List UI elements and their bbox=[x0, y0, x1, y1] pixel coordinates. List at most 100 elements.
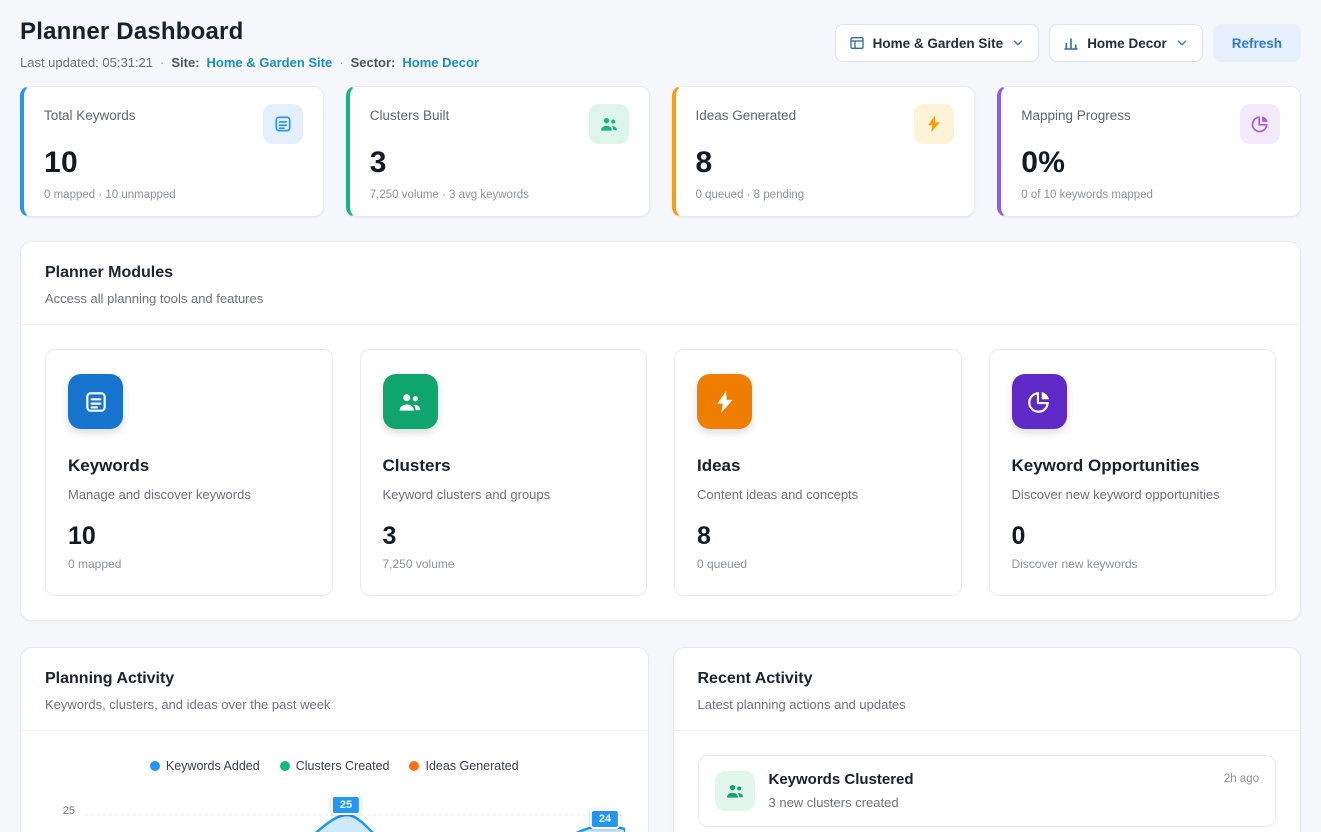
module-description: Content ideas and concepts bbox=[697, 487, 939, 502]
sector-link[interactable]: Home Decor bbox=[402, 55, 479, 70]
data-point-badge: 24 bbox=[590, 809, 620, 829]
module-caption: 0 mapped bbox=[68, 557, 310, 571]
recent-activity-subtitle: Latest planning actions and updates bbox=[698, 697, 1277, 712]
planner-dashboard-page: Planner Dashboard Last updated: 05:31:21… bbox=[0, 0, 1321, 832]
module-title: Ideas bbox=[697, 456, 939, 476]
module-description: Discover new keyword opportunities bbox=[1012, 487, 1254, 502]
sector-label: Sector: bbox=[351, 55, 396, 70]
sector-selector-dropdown[interactable]: Home Decor bbox=[1049, 24, 1203, 62]
recent-activity-title: Recent Activity bbox=[698, 670, 1277, 688]
area-chart-canvas: 25 25 24 bbox=[45, 791, 624, 832]
activity-list-item[interactable]: Keywords Clustered 3 new clusters create… bbox=[698, 755, 1277, 827]
legend-item-keywords-added: Keywords Added bbox=[150, 759, 260, 773]
module-caption: 0 queued bbox=[697, 557, 939, 571]
header-meta: Last updated: 05:31:21 · Site: Home & Ga… bbox=[20, 55, 479, 70]
module-title: Clusters bbox=[383, 456, 625, 476]
module-tile-keywords[interactable]: Keywords Manage and discover keywords 10… bbox=[45, 349, 333, 596]
stat-card-clusters-built: Clusters Built 3 7,250 volume · 3 avg ke… bbox=[346, 86, 650, 217]
y-axis-tick: 25 bbox=[51, 805, 75, 817]
activity-item-description: 3 new clusters created bbox=[769, 795, 1210, 810]
data-point-badge: 25 bbox=[331, 795, 361, 815]
pie-chart-icon bbox=[1012, 374, 1067, 429]
stat-card-total-keywords: Total Keywords 10 0 mapped · 10 unmapped bbox=[20, 86, 324, 217]
recent-activity-card: Recent Activity Latest planning actions … bbox=[673, 647, 1302, 832]
users-icon bbox=[589, 104, 629, 144]
stat-caption: 0 of 10 keywords mapped bbox=[1021, 189, 1280, 201]
bolt-icon bbox=[914, 104, 954, 144]
meta-separator: · bbox=[160, 55, 164, 70]
page-title: Planner Dashboard bbox=[20, 18, 479, 46]
stat-label: Clusters Built bbox=[370, 104, 450, 123]
stat-label: Total Keywords bbox=[44, 104, 136, 123]
module-tile-ideas[interactable]: Ideas Content ideas and concepts 8 0 que… bbox=[674, 349, 962, 596]
module-tile-clusters[interactable]: Clusters Keyword clusters and groups 3 7… bbox=[360, 349, 648, 596]
site-selector-value: Home & Garden Site bbox=[873, 36, 1004, 51]
planning-activity-header: Planning Activity Keywords, clusters, an… bbox=[21, 648, 648, 731]
site-link[interactable]: Home & Garden Site bbox=[207, 55, 333, 70]
legend-dot-green bbox=[280, 761, 290, 771]
module-description: Manage and discover keywords bbox=[68, 487, 310, 502]
legend-dot-orange bbox=[409, 761, 419, 771]
recent-activity-header: Recent Activity Latest planning actions … bbox=[674, 648, 1301, 731]
legend-item-ideas-generated: Ideas Generated bbox=[409, 759, 518, 773]
legend-label: Keywords Added bbox=[166, 759, 260, 773]
list-icon bbox=[263, 104, 303, 144]
activity-item-title: Keywords Clustered bbox=[769, 771, 1210, 788]
page-header: Planner Dashboard Last updated: 05:31:21… bbox=[20, 18, 1301, 70]
bolt-icon bbox=[697, 374, 752, 429]
modules-title: Planner Modules bbox=[45, 264, 1276, 282]
header-left: Planner Dashboard Last updated: 05:31:21… bbox=[20, 18, 479, 70]
stat-card-ideas-generated: Ideas Generated 8 0 queued · 8 pending bbox=[672, 86, 976, 217]
module-title: Keyword Opportunities bbox=[1012, 456, 1254, 476]
stat-value: 8 bbox=[696, 146, 955, 180]
site-label: Site: bbox=[171, 55, 199, 70]
module-caption: 7,250 volume bbox=[383, 557, 625, 571]
planning-activity-subtitle: Keywords, clusters, and ideas over the p… bbox=[45, 697, 624, 712]
module-value: 3 bbox=[383, 522, 625, 551]
module-caption: Discover new keywords bbox=[1012, 557, 1254, 571]
module-title: Keywords bbox=[68, 456, 310, 476]
stat-label: Mapping Progress bbox=[1021, 104, 1131, 123]
planner-modules-card: Planner Modules Access all planning tool… bbox=[20, 241, 1301, 621]
stat-caption: 0 mapped · 10 unmapped bbox=[44, 189, 303, 201]
header-controls: Home & Garden Site Home Decor Refresh bbox=[835, 24, 1301, 62]
activity-item-timestamp: 2h ago bbox=[1224, 771, 1259, 785]
module-description: Keyword clusters and groups bbox=[383, 487, 625, 502]
legend-dot-blue bbox=[150, 761, 160, 771]
stat-value: 3 bbox=[370, 146, 629, 180]
pie-chart-icon bbox=[1240, 104, 1280, 144]
refresh-button[interactable]: Refresh bbox=[1213, 24, 1301, 62]
legend-label: Clusters Created bbox=[296, 759, 390, 773]
stat-label: Ideas Generated bbox=[696, 104, 797, 123]
stat-value: 0% bbox=[1021, 146, 1280, 180]
list-icon bbox=[68, 374, 123, 429]
stat-value: 10 bbox=[44, 146, 303, 180]
activity-item-content: Keywords Clustered 3 new clusters create… bbox=[769, 771, 1210, 810]
module-value: 8 bbox=[697, 522, 939, 551]
chevron-down-icon bbox=[1011, 36, 1025, 50]
modules-subtitle: Access all planning tools and features bbox=[45, 291, 1276, 306]
planning-activity-title: Planning Activity bbox=[45, 670, 624, 688]
legend-item-clusters-created: Clusters Created bbox=[280, 759, 390, 773]
bar-chart-icon bbox=[1063, 35, 1079, 51]
users-icon bbox=[383, 374, 438, 429]
meta-separator: · bbox=[339, 55, 343, 70]
bottom-row: Planning Activity Keywords, clusters, an… bbox=[20, 647, 1301, 832]
sector-selector-value: Home Decor bbox=[1087, 36, 1167, 51]
stat-caption: 0 queued · 8 pending bbox=[696, 189, 955, 201]
activity-chart: Keywords Added Clusters Created Ideas Ge… bbox=[21, 731, 648, 832]
recent-activity-list: Keywords Clustered 3 new clusters create… bbox=[674, 731, 1301, 832]
stat-caption: 7,250 volume · 3 avg keywords bbox=[370, 189, 629, 201]
planning-activity-card: Planning Activity Keywords, clusters, an… bbox=[20, 647, 649, 832]
site-icon bbox=[849, 35, 865, 51]
module-value: 0 bbox=[1012, 522, 1254, 551]
module-value: 10 bbox=[68, 522, 310, 551]
chevron-down-icon bbox=[1175, 36, 1189, 50]
modules-grid: Keywords Manage and discover keywords 10… bbox=[21, 325, 1300, 620]
last-updated-text: Last updated: 05:31:21 bbox=[20, 55, 153, 70]
stat-card-mapping-progress: Mapping Progress 0% 0 of 10 keywords map… bbox=[997, 86, 1301, 217]
users-icon bbox=[715, 771, 755, 811]
site-selector-dropdown[interactable]: Home & Garden Site bbox=[835, 24, 1040, 62]
chart-legend: Keywords Added Clusters Created Ideas Ge… bbox=[45, 759, 624, 773]
module-tile-keyword-opportunities[interactable]: Keyword Opportunities Discover new keywo… bbox=[989, 349, 1277, 596]
